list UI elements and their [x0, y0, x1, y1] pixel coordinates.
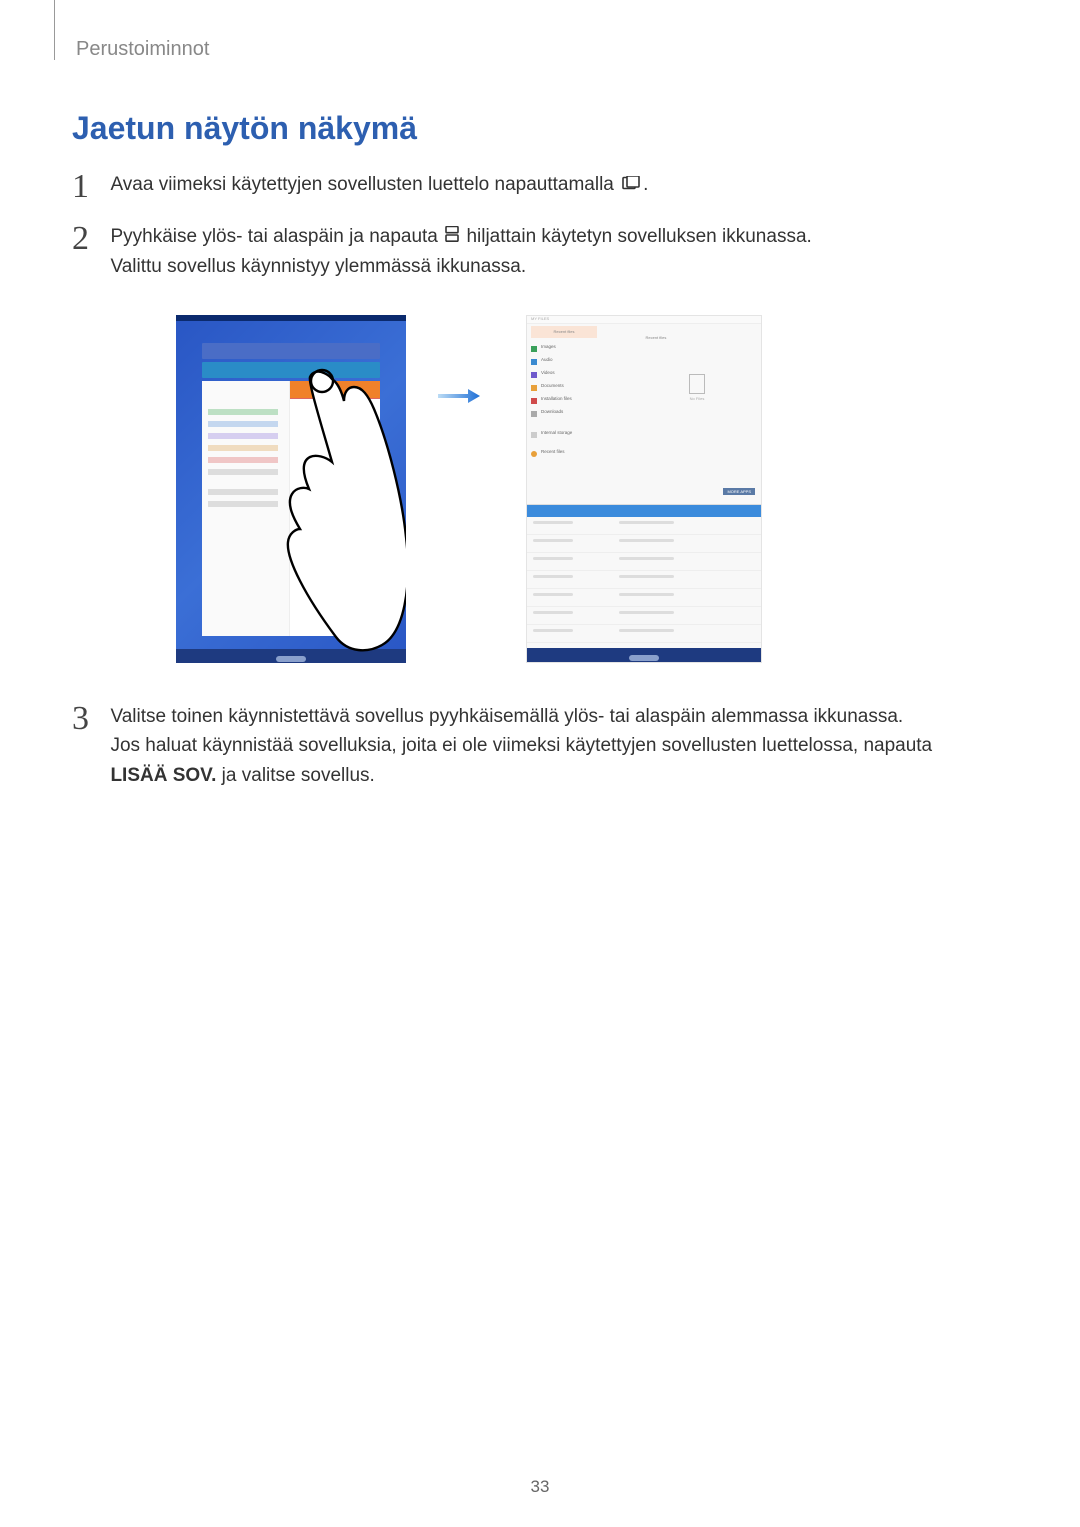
instruction-figure: MY FILES Recent files Recent files Image… — [176, 315, 762, 663]
hand-gesture-icon — [276, 367, 406, 657]
list-item — [208, 469, 278, 475]
more-apps-button: MORE APPS — [723, 488, 755, 495]
step-3: 3 Valitse toinen käynnistettävä sovellus… — [72, 702, 1008, 790]
step-text: Valitse toinen käynnistettävä sovellus p… — [110, 702, 990, 790]
screenshot-left — [176, 315, 406, 663]
step-text: Pyyhkäise ylös- tai alaspäin ja napauta … — [110, 222, 811, 281]
list-item: Downloads — [531, 409, 631, 420]
step-text: Avaa viimeksi käytettyjen sovellusten lu… — [110, 170, 648, 200]
list-item: Installation files — [531, 396, 631, 407]
category-icon — [531, 372, 537, 378]
step-number: 3 — [72, 702, 102, 736]
section-title: Jaetun näytön näkymä — [72, 110, 417, 147]
screenshot-right: MY FILES Recent files Recent files Image… — [526, 315, 762, 663]
tabs-row: Recent files Recent files — [531, 326, 757, 344]
page-header: Perustoiminnot — [76, 38, 209, 61]
list-item — [527, 625, 761, 643]
step-number: 1 — [72, 170, 102, 204]
category-icon — [531, 346, 537, 352]
lower-split-panel — [527, 504, 761, 648]
header-label: Recent files — [645, 335, 666, 340]
list-item — [208, 489, 278, 495]
text-fragment: Jos haluat käynnistää sovelluksia, joita… — [110, 735, 932, 756]
text-fragment: ja valitse sovellus. — [216, 765, 374, 786]
step-2: 2 Pyyhkäise ylös- tai alaspäin ja napaut… — [72, 222, 1008, 281]
list-item: Internal storage — [531, 430, 631, 441]
list-item: Documents — [531, 383, 631, 394]
list-item: Images — [531, 344, 631, 355]
list-item — [527, 607, 761, 625]
page-rule — [54, 0, 55, 60]
list-item — [208, 409, 278, 415]
list-item — [208, 445, 278, 451]
recent-apps-icon — [621, 170, 641, 199]
list-item: Videos — [531, 370, 631, 381]
text-fragment: Valitse toinen käynnistettävä sovellus p… — [110, 706, 903, 727]
list-item — [208, 433, 278, 439]
files-empty-state: No Files — [637, 344, 757, 454]
nav-bar — [527, 648, 761, 662]
list-item — [208, 501, 278, 507]
category-icon — [531, 411, 537, 417]
list-item: Recent files — [531, 449, 631, 460]
list-item — [527, 571, 761, 589]
list-item — [527, 553, 761, 571]
nav-button — [629, 655, 659, 661]
list-item — [527, 535, 761, 553]
text-fragment: Avaa viimeksi käytettyjen sovellusten lu… — [110, 174, 619, 195]
clock-icon — [531, 451, 537, 457]
status-bar — [176, 315, 406, 321]
category-icon — [531, 359, 537, 365]
tab-recent: Recent files — [531, 326, 597, 338]
files-category-list: Images Audio Videos Documents Installati… — [531, 344, 631, 504]
list-item — [208, 457, 278, 463]
status-bar: MY FILES — [527, 316, 761, 324]
arrow-right-icon — [438, 389, 480, 403]
text-fragment: hiljattain käytetyn sovelluksen ikkunass… — [466, 226, 811, 247]
text-fragment: Valittu sovellus käynnistyy ylemmässä ik… — [110, 256, 526, 277]
step-number: 2 — [72, 222, 102, 256]
storage-icon — [531, 432, 537, 438]
category-icon — [531, 385, 537, 391]
list-item — [527, 589, 761, 607]
file-icon — [689, 374, 705, 394]
ui-label-bold: LISÄÄ SOV. — [110, 765, 216, 786]
page-number: 33 — [0, 1477, 1080, 1497]
list-item — [527, 517, 761, 535]
list-item: Audio — [531, 357, 631, 368]
empty-label: No Files — [637, 396, 757, 401]
text-fragment: Pyyhkäise ylös- tai alaspäin ja napauta — [110, 226, 443, 247]
panel-header — [527, 505, 761, 517]
step-1: 1 Avaa viimeksi käytettyjen sovellusten … — [72, 170, 1008, 204]
split-view-icon — [445, 222, 459, 251]
recent-app-card — [202, 343, 380, 359]
list-item — [208, 421, 278, 427]
text-fragment: . — [643, 174, 648, 195]
category-icon — [531, 398, 537, 404]
